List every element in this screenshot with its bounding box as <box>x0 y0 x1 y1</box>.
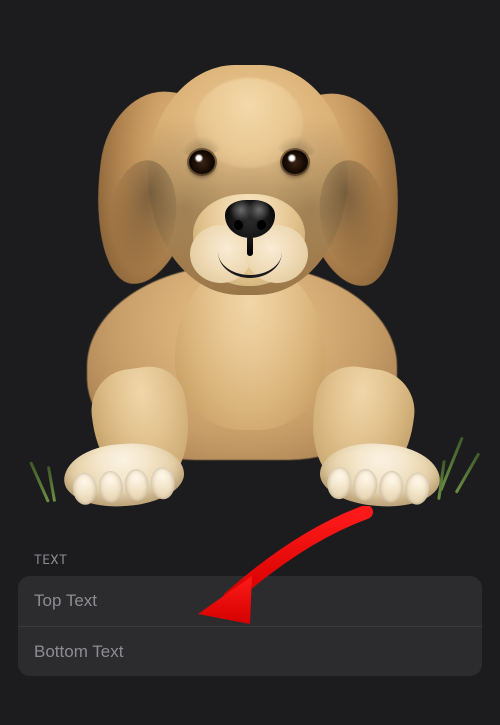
meme-preview <box>0 0 500 490</box>
bottom-text-input[interactable] <box>34 642 466 662</box>
preview-subject-image <box>20 30 480 490</box>
text-section-header: TEXT <box>34 553 67 568</box>
top-text-input[interactable] <box>34 591 466 611</box>
top-text-row[interactable] <box>18 576 482 626</box>
bottom-text-row[interactable] <box>18 626 482 676</box>
text-input-group <box>18 576 482 676</box>
